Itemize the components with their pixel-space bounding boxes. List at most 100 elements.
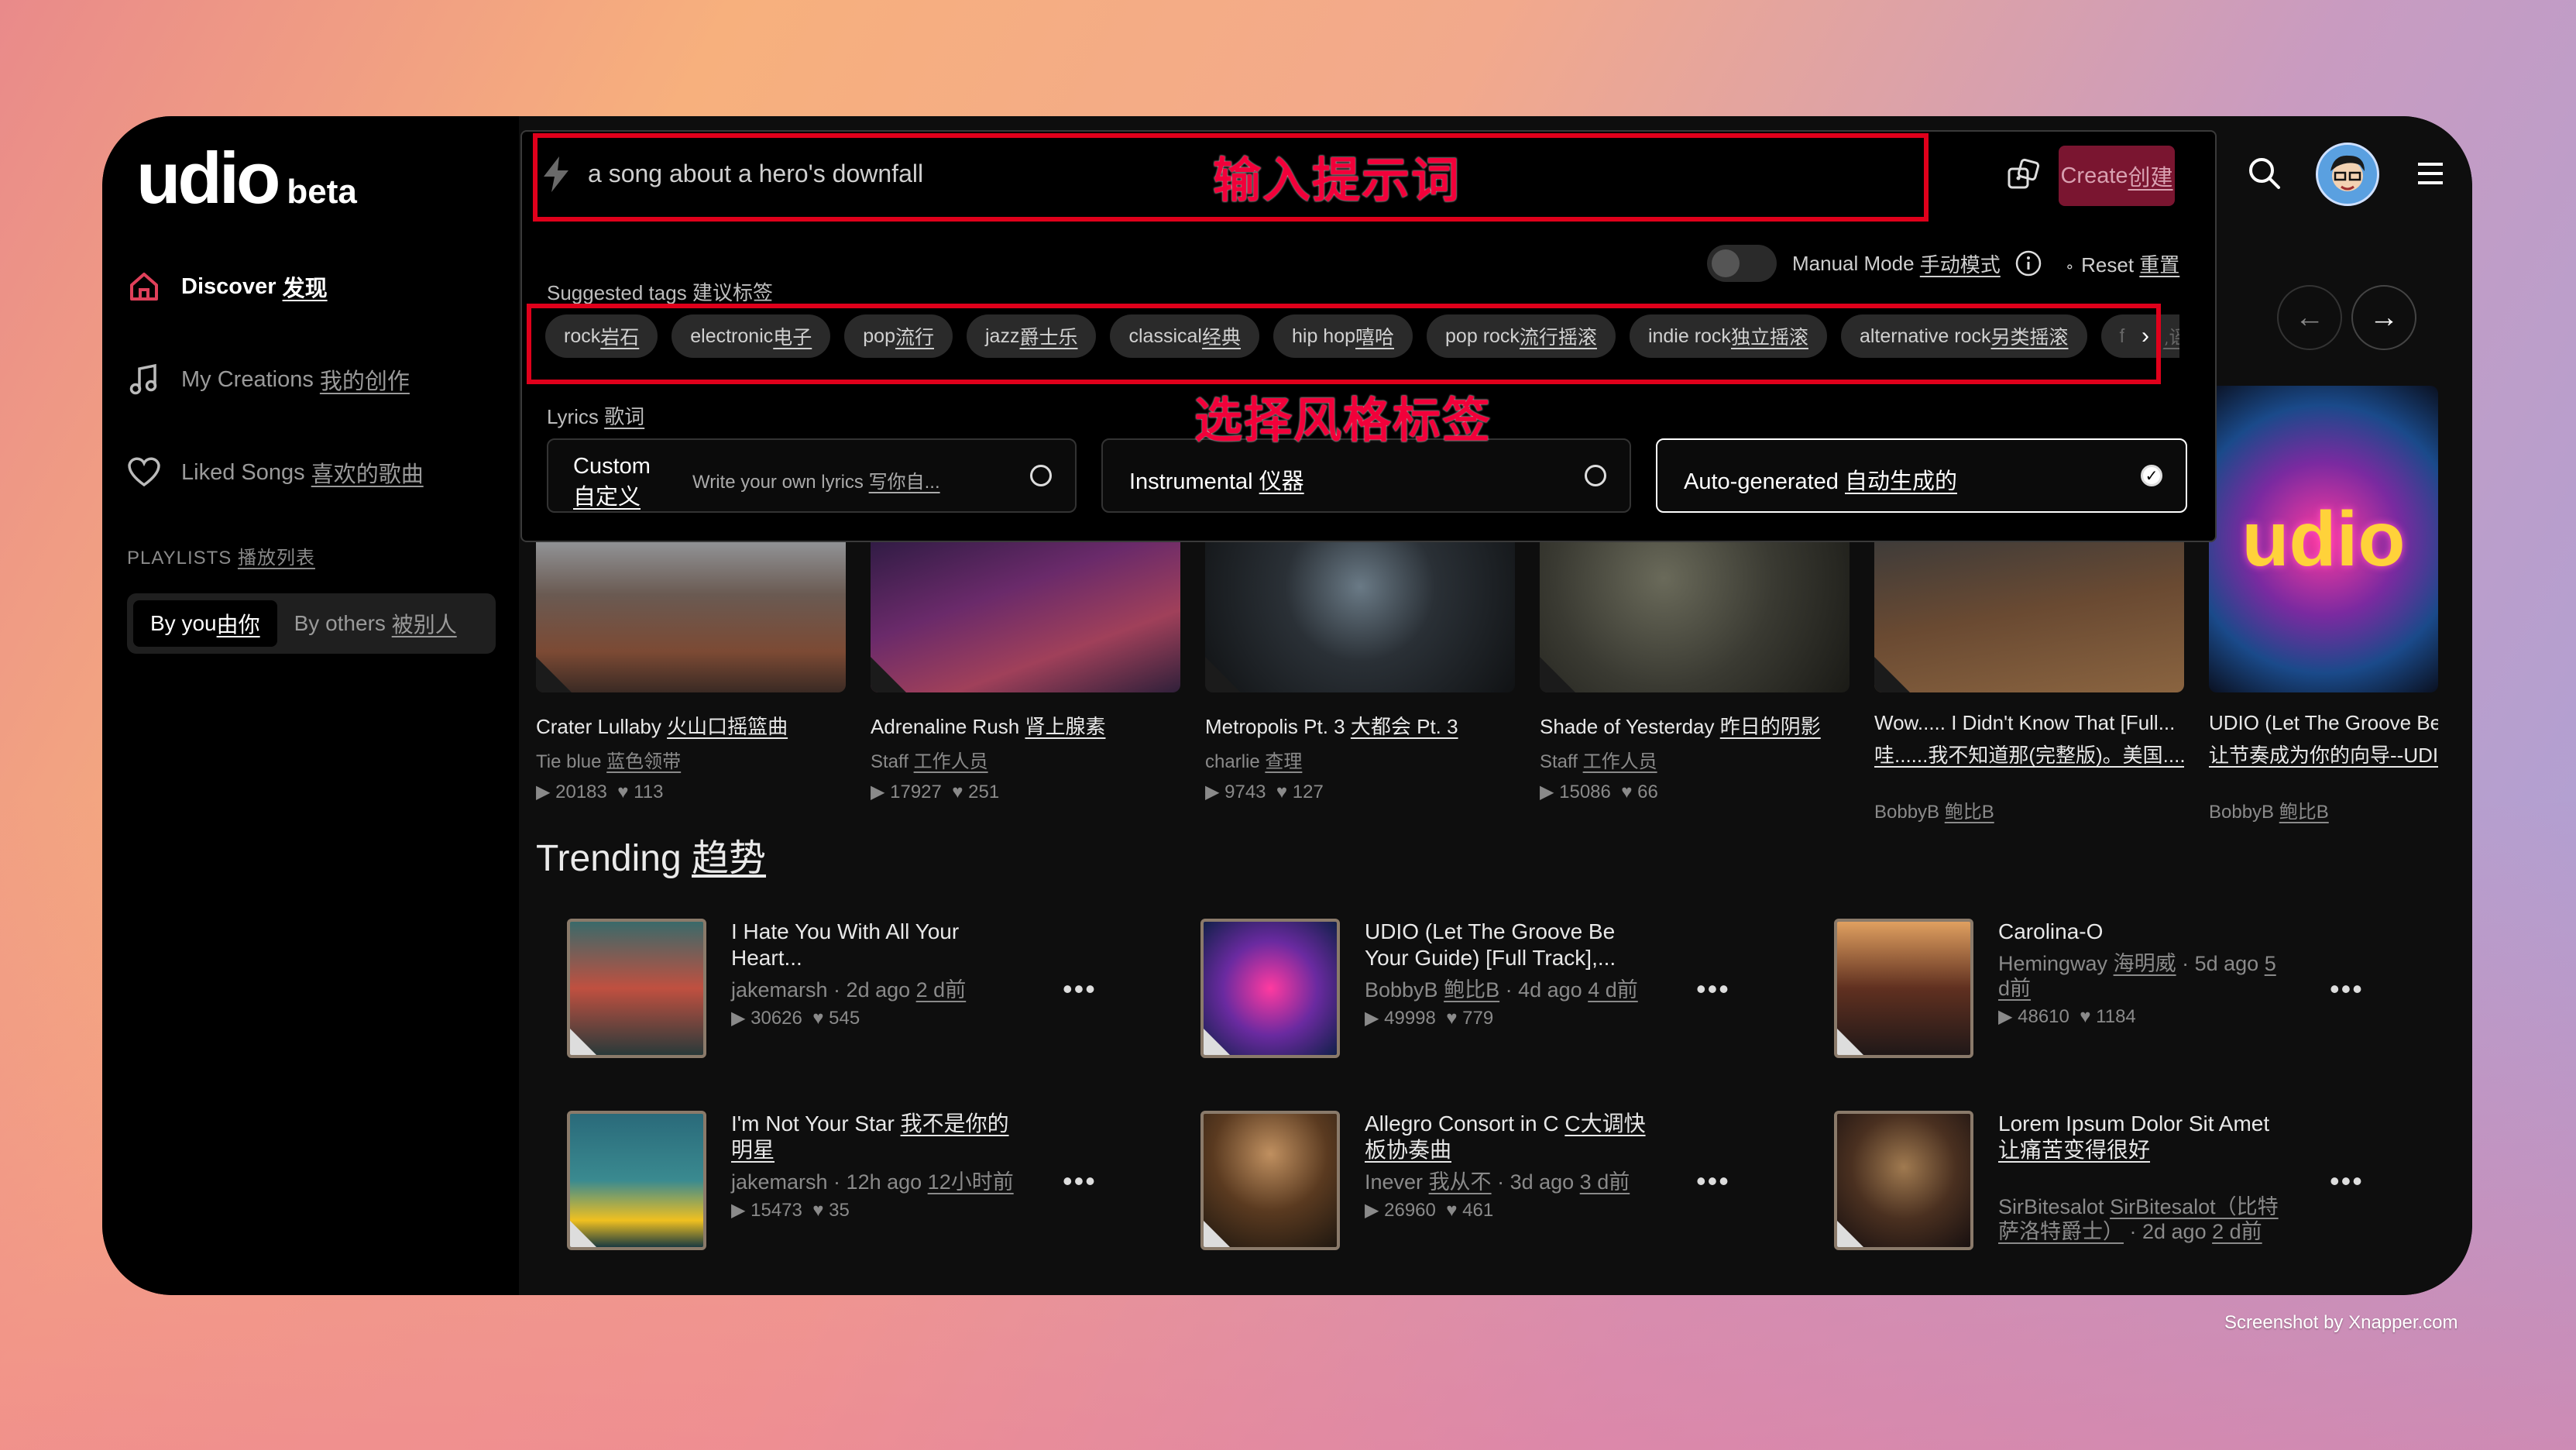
trending-heading-en: Trending — [536, 838, 682, 879]
play-count: 30626 — [750, 1008, 802, 1029]
artist-name[interactable]: jakemarsh — [731, 1170, 828, 1194]
info-icon[interactable] — [2014, 249, 2042, 277]
song-card[interactable]: Metropolis Pt. 3 大都会 Pt. 3 charlie 查理 ▶ … — [1205, 530, 1515, 803]
by-you-button[interactable]: By you 由你 — [133, 600, 277, 647]
artist-name[interactable]: BobbyB — [2209, 802, 2274, 823]
play-count: 49998 — [1384, 1008, 1436, 1029]
heart-icon — [128, 457, 160, 487]
manual-mode-toggle[interactable] — [1707, 245, 1777, 282]
trending-item[interactable]: UDIO (Let The Groove Be Your Guide) [Ful… — [1200, 919, 1758, 1058]
artist-name-zh: 蓝色领带 — [606, 751, 682, 772]
auto-generated-option-label: Auto-generated 自动生成的 — [1684, 463, 1957, 496]
trending-heading: Trending 趋势 — [536, 827, 766, 881]
artist-name[interactable]: Staff — [1540, 751, 1578, 772]
custom-label-en: Custom — [573, 454, 651, 479]
carousel-next-button[interactable]: → — [2351, 285, 2416, 350]
by-others-label: By others — [294, 611, 386, 635]
avatar[interactable] — [2316, 143, 2379, 206]
song-title: Wow..... I Didn't Know That [Full... — [1874, 711, 2184, 735]
song-title: UDIO (Let The Groove Be — [2209, 711, 2438, 735]
trending-title-en: I'm Not Your Star — [731, 1112, 895, 1136]
more-options-icon[interactable]: ••• — [2330, 973, 2364, 1005]
trending-item[interactable]: I'm Not Your Star 我不是你的明星 jakemarsh · 12… — [567, 1111, 1125, 1250]
lyrics-option-custom[interactable]: Custom 自定义 Write your own lyrics 写你自... — [547, 438, 1077, 513]
sidebar-item-label: My Creations — [181, 366, 314, 392]
song-card[interactable]: Shade of Yesterday 昨日的阴影 Staff 工作人员 ▶ 15… — [1540, 530, 1850, 803]
song-title-zh: 昨日的阴影 — [1719, 715, 1821, 738]
search-icon[interactable] — [2246, 155, 2283, 192]
song-cover-image — [1205, 530, 1515, 692]
song-card[interactable]: Wow..... I Didn't Know That [Full... 哇..… — [1874, 530, 2184, 823]
sidebar-item-my-creations[interactable]: My Creations 我的创作 — [125, 361, 410, 398]
heart-icon: ♥ — [812, 1200, 824, 1221]
manual-mode-row: Manual Mode 手动模式 ⚬ Reset 重置 — [1707, 245, 2179, 282]
sidebar-item-liked-songs[interactable]: Liked Songs 喜欢的歌曲 — [125, 454, 424, 491]
carousel-prev-button[interactable]: ← — [2277, 285, 2342, 350]
artist-name-zh: 工作人员 — [1582, 751, 1657, 772]
artist-name[interactable]: BobbyB — [1365, 978, 1438, 1002]
time-ago: 2d ago — [846, 978, 911, 1002]
more-options-icon[interactable]: ••• — [1063, 1165, 1097, 1197]
like-count: 779 — [1462, 1008, 1494, 1029]
create-button[interactable]: Create 创建 — [2059, 146, 2175, 206]
cover-corner — [570, 1029, 596, 1055]
more-options-icon[interactable]: ••• — [2330, 1165, 2364, 1197]
trending-cover-image — [1834, 1111, 1973, 1250]
time-ago-zh: 2 d前 — [2212, 1220, 2262, 1243]
time-ago-zh: 12小时前 — [927, 1170, 1014, 1194]
trending-cover-image — [567, 919, 706, 1058]
artist-name[interactable]: Hemingway — [1998, 952, 2107, 975]
screenshot-credit: Screenshot by Xnapper.com — [2224, 1312, 2458, 1333]
trending-item[interactable]: I Hate You With All Your Heart... jakema… — [567, 919, 1125, 1058]
more-options-icon[interactable]: ••• — [1696, 1165, 1730, 1197]
artist-name[interactable]: Staff — [871, 751, 908, 772]
radio-button[interactable] — [1585, 465, 1606, 486]
home-icon — [130, 273, 158, 301]
time-ago-zh: 4 d前 — [1588, 978, 1638, 1002]
song-stats: ▶ 20183 ♥ 113 — [536, 781, 846, 803]
song-card[interactable]: Adrenaline Rush 肾上腺素 Staff 工作人员 ▶ 17927 … — [871, 530, 1180, 803]
artist-name[interactable]: jakemarsh — [731, 978, 828, 1002]
song-card[interactable]: Crater Lullaby 火山口摇篮曲 Tie blue 蓝色领带 ▶ 20… — [536, 530, 846, 803]
artist-name[interactable]: Tie blue — [536, 751, 602, 772]
reset-button[interactable]: ⚬ Reset 重置 — [2064, 249, 2180, 278]
play-count: 26960 — [1384, 1200, 1436, 1221]
reset-label: Reset — [2081, 253, 2135, 277]
song-title-zh: 让节奏成为你的向导--UDI — [2209, 744, 2438, 767]
more-options-icon[interactable]: ••• — [1696, 973, 1730, 1005]
artist-name[interactable]: BobbyB — [1874, 802, 1939, 823]
artist-name[interactable]: charlie — [1205, 751, 1260, 772]
trending-title: I Hate You With All Your Heart... — [731, 919, 960, 970]
trending-item[interactable]: Allegro Consort in C C大调快板协奏曲 Inever 我从不… — [1200, 1111, 1758, 1250]
song-artist: charlie 查理 — [1205, 746, 1515, 773]
artist-name[interactable]: Inever — [1365, 1170, 1423, 1194]
trending-item[interactable]: Lorem Ipsum Dolor Sit Amet 让痛苦变得很好 SirBit… — [1834, 1111, 2392, 1250]
radio-checked-icon[interactable]: ✓ — [2141, 465, 2162, 486]
udio-logo[interactable]: udio beta — [136, 136, 357, 220]
song-cover-image — [1874, 530, 2184, 692]
play-count: 15473 — [750, 1200, 802, 1221]
auto-label-zh: 自动生成的 — [1845, 469, 1958, 494]
cover-corner — [1540, 657, 1575, 692]
annotation-label-prompt: 输入提示词 — [1213, 154, 1461, 208]
more-options-icon[interactable]: ••• — [1063, 973, 1097, 1005]
trending-item[interactable]: Carolina-O Hemingway 海明威 · 5d ago 5 d前 ▶… — [1834, 919, 2392, 1058]
time-ago: 2d ago — [2142, 1220, 2207, 1243]
play-icon: ▶ — [1205, 782, 1220, 802]
lyrics-option-auto-generated[interactable]: Auto-generated 自动生成的 ✓ — [1656, 438, 2187, 513]
menu-icon[interactable] — [2412, 155, 2449, 192]
heart-icon: ♥ — [2080, 1006, 2091, 1027]
by-others-button[interactable]: By others 被别人 — [277, 600, 474, 647]
song-cover-image — [536, 530, 846, 692]
trending-meta: BobbyB 鲍比B · 4d ago 4 d前 — [1365, 978, 1638, 1002]
song-title-zh: 哇......我不知道那(完整版)。美国..... — [1874, 744, 2184, 767]
sidebar-item-discover[interactable]: Discover 发现 — [125, 268, 328, 305]
play-icon: ▶ — [1365, 1008, 1379, 1029]
radio-button[interactable] — [1030, 465, 1052, 486]
song-card[interactable]: udio UDIO (Let The Groove Be 让节奏成为你的向导--… — [2209, 386, 2438, 823]
artist-name[interactable]: SirBitesalot — [1998, 1195, 2104, 1218]
song-artist: BobbyB 鲍比B — [2209, 796, 2438, 823]
trending-stats: ▶ 15473 ♥ 35 — [731, 1199, 1025, 1222]
dice-icon[interactable] — [2006, 158, 2042, 194]
heart-icon: ♥ — [617, 782, 629, 802]
